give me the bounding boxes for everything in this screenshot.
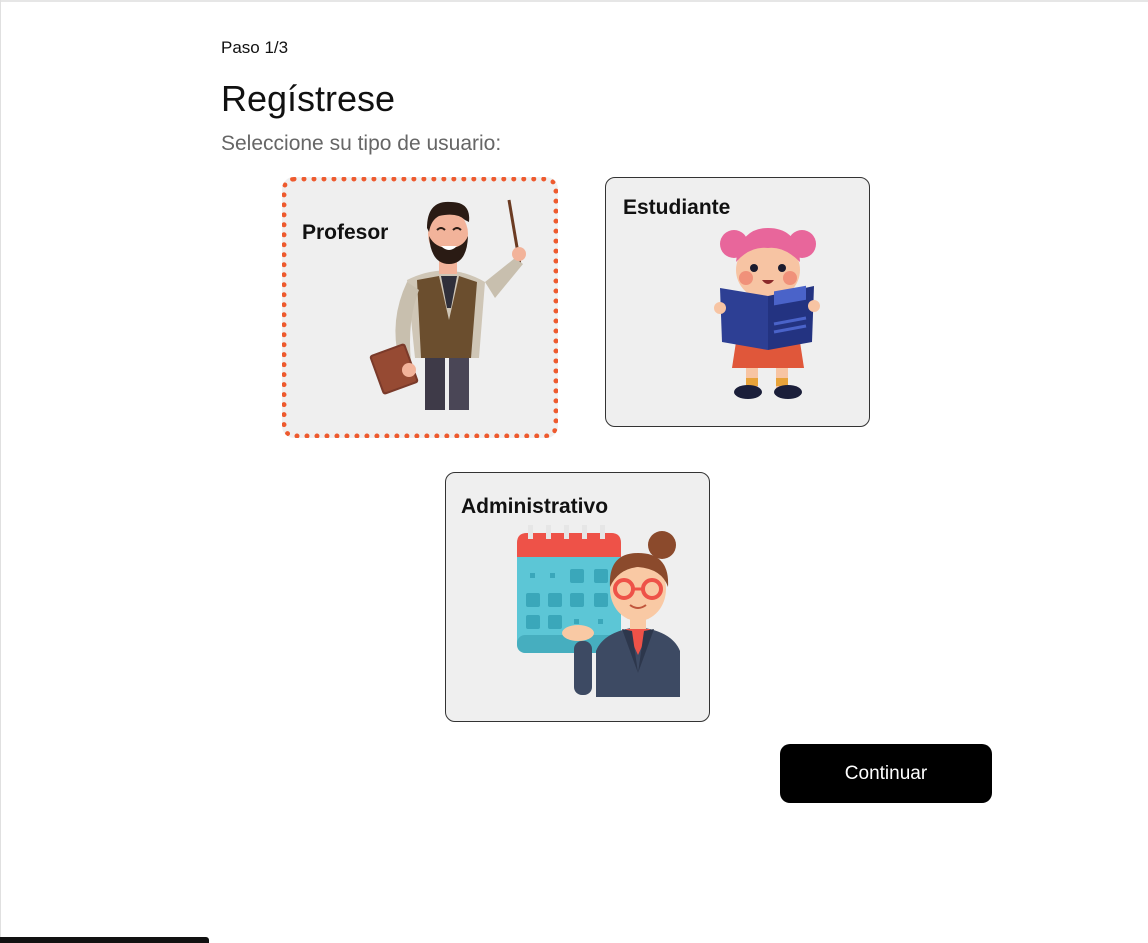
user-type-card-estudiante[interactable]: Estudiante xyxy=(605,177,870,427)
page-title: Regístrese xyxy=(221,78,396,119)
left-border xyxy=(0,0,1,943)
step-indicator: Paso 1/3 xyxy=(221,38,289,57)
teacher-icon xyxy=(369,199,526,410)
student-icon xyxy=(714,228,820,399)
user-type-card-administrativo[interactable]: Administrativo xyxy=(445,472,710,722)
card-label-administrativo: Administrativo xyxy=(461,495,609,518)
top-border xyxy=(0,0,1148,2)
card-label-estudiante: Estudiante xyxy=(623,196,731,219)
page-subtitle: Seleccione su tipo de usuario: xyxy=(221,132,502,155)
continue-button[interactable]: Continuar xyxy=(780,744,992,803)
user-type-card-profesor[interactable]: Profesor xyxy=(282,177,558,438)
administrative-icon xyxy=(517,525,680,697)
bottom-bar xyxy=(0,937,209,943)
